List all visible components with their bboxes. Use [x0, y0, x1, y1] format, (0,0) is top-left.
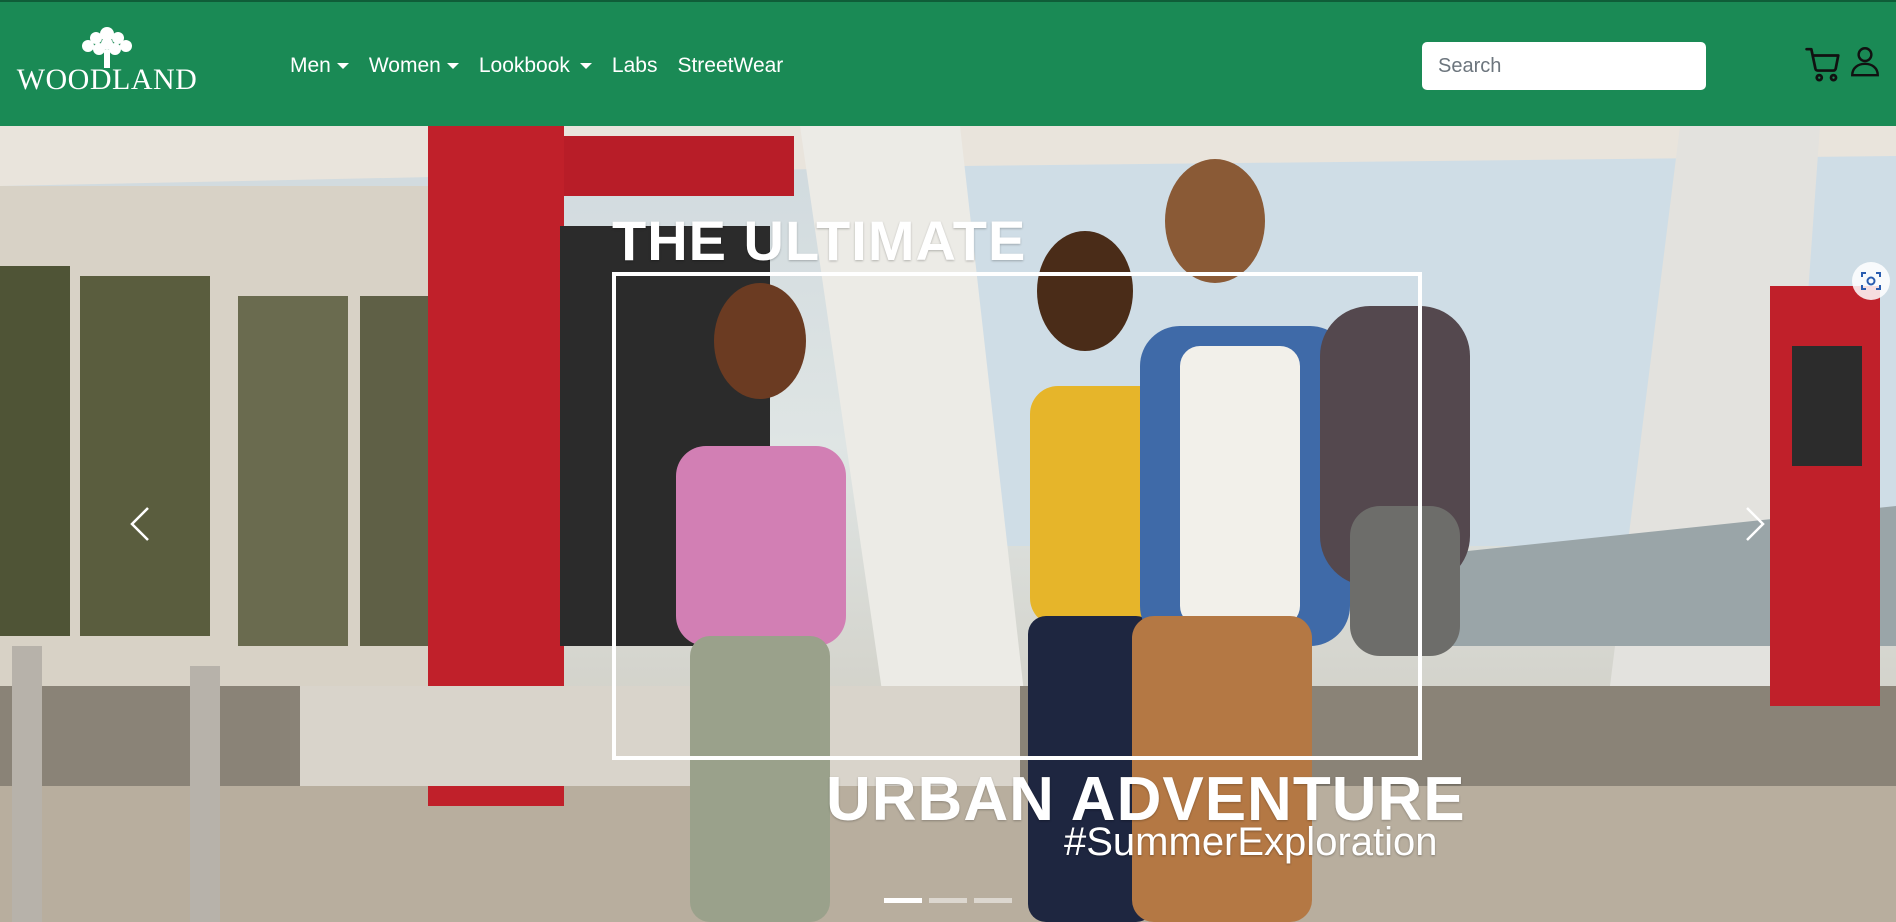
carousel-indicators [884, 898, 1019, 903]
chevron-right-icon [1746, 507, 1765, 541]
cart-icon[interactable] [1805, 46, 1843, 84]
carousel-indicator[interactable] [929, 898, 967, 903]
carousel-indicator[interactable] [974, 898, 1012, 903]
search-input[interactable] [1422, 42, 1706, 90]
nav-item-label: Lookbook [478, 54, 570, 77]
nav-item-streetwear[interactable]: StreetWear [677, 54, 783, 78]
nav-item-label: StreetWear [677, 54, 784, 77]
nav-item-lookbook[interactable]: Lookbook [479, 54, 592, 78]
brand-logo[interactable]: WOODLAND [17, 24, 197, 102]
nav-item-label: Women [368, 54, 441, 77]
tree-logo-icon [82, 27, 132, 68]
user-icon[interactable] [1848, 44, 1882, 78]
carousel-next-button[interactable] [1685, 126, 1825, 922]
nav-item-women[interactable]: Women [369, 54, 459, 78]
caret-down-icon [336, 63, 349, 69]
nav-item-men[interactable]: Men [290, 54, 349, 78]
brand-name: WOODLAND [16, 63, 198, 96]
image-search-lens-icon[interactable] [1852, 262, 1890, 300]
caret-down-icon [579, 63, 592, 69]
hero-carousel: THE ULTIMATE URBAN ADVENTURE #SummerExpl… [0, 126, 1896, 922]
hero-hashtag: #SummerExploration [1064, 820, 1438, 864]
nav-item-labs[interactable]: Labs [612, 54, 658, 78]
hero-frame [612, 272, 1422, 760]
hero-title-top: THE ULTIMATE [612, 209, 1027, 272]
caret-down-icon [446, 63, 459, 69]
nav-item-label: Men [290, 54, 331, 77]
main-nav: Men Women Lookbook Labs StreetWear [290, 54, 803, 78]
chevron-left-icon [130, 507, 149, 541]
navbar: WOODLAND Men Women Lookbook Labs StreetW… [0, 0, 1896, 126]
carousel-indicator[interactable] [884, 898, 922, 903]
carousel-prev-button[interactable] [70, 126, 210, 922]
nav-item-label: Labs [611, 54, 658, 77]
